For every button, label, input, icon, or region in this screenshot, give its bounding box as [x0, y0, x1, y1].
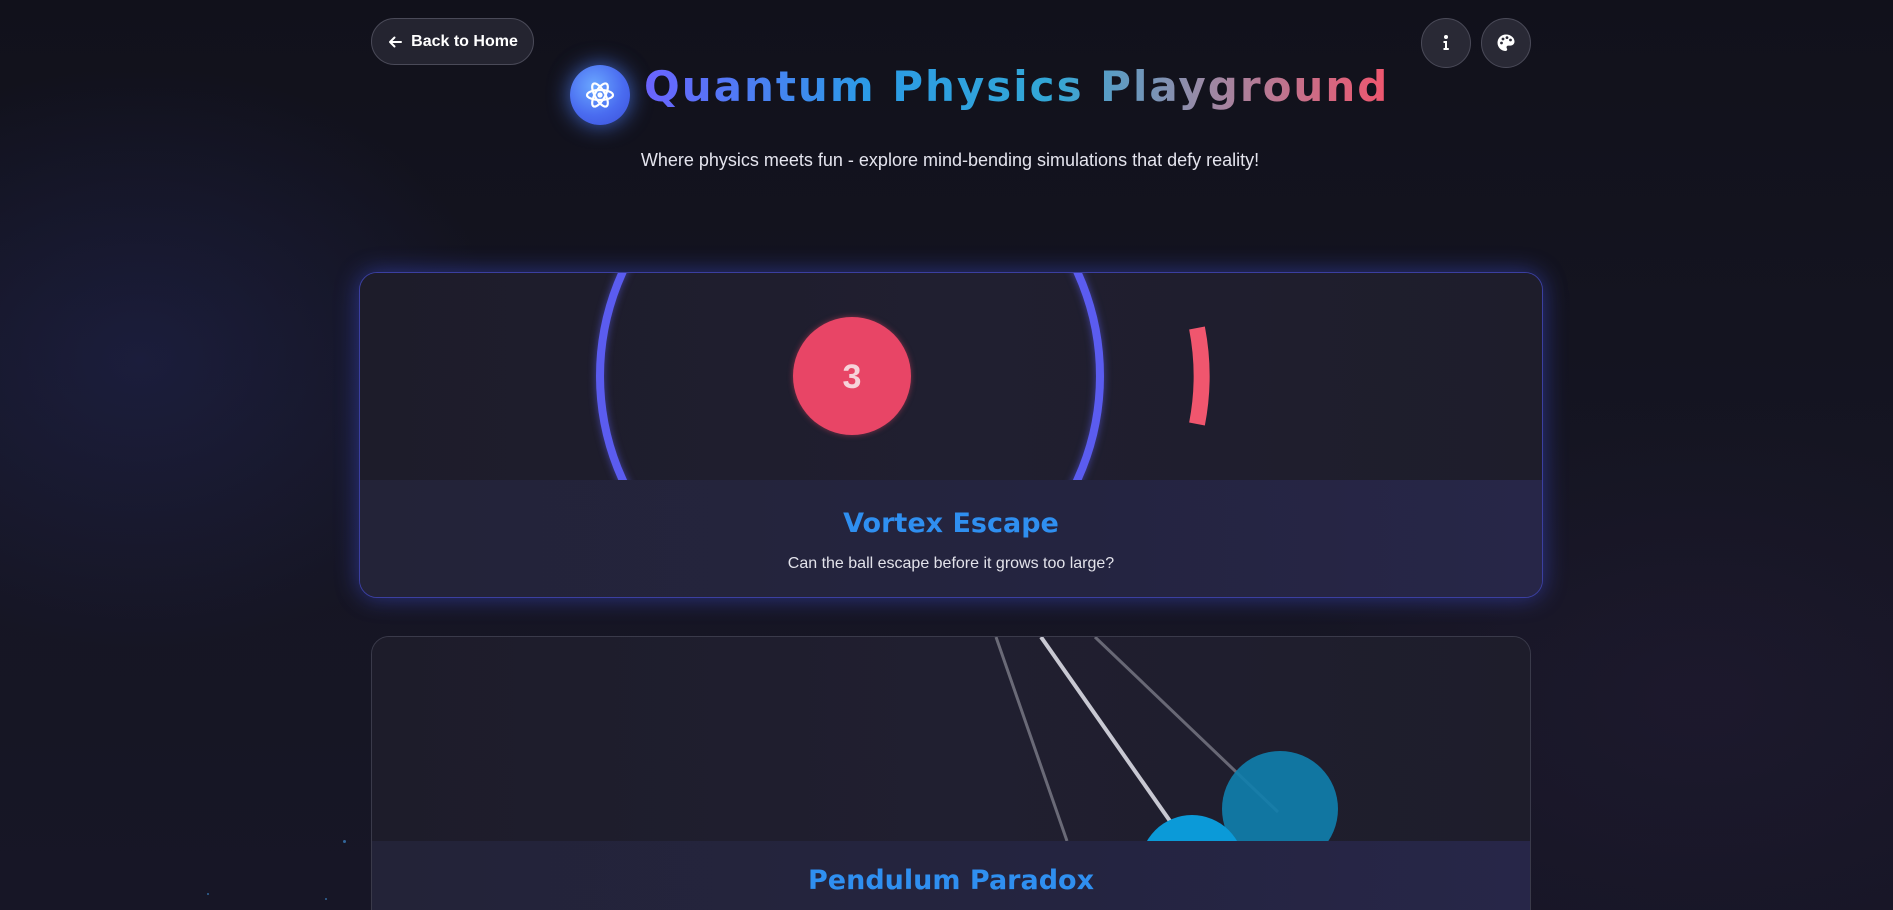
- pendulum-string: [1039, 637, 1186, 843]
- card-title: Pendulum Paradox: [808, 865, 1094, 896]
- page-title: Quantum Physics Playground: [644, 62, 1390, 111]
- back-to-home-label: Back to Home: [411, 32, 518, 50]
- simulation-card-vortex-escape[interactable]: 3 Vortex Escape Can the ball escape befo…: [359, 272, 1543, 598]
- theme-palette-button[interactable]: [1481, 18, 1531, 68]
- vortex-simulation-graphic: 3: [596, 273, 1210, 480]
- atom-icon: [585, 82, 615, 108]
- pendulum-simulation-canvas[interactable]: [372, 637, 1530, 910]
- pendulum-simulation-graphic: [994, 637, 1338, 910]
- card-footer: Pendulum Paradox: [372, 841, 1530, 910]
- card-description: Can the ball escape before it grows too …: [787, 555, 1115, 572]
- info-icon: [1443, 35, 1449, 50]
- pendulum-ball: [1222, 751, 1338, 867]
- palette-icon: [1497, 34, 1515, 51]
- arrow-left-icon: [389, 36, 403, 47]
- page-subtitle: Where physics meets fun - explore mind-b…: [640, 150, 1260, 170]
- background-star: [343, 840, 346, 843]
- background-star: [207, 893, 209, 895]
- background-star: [325, 898, 327, 900]
- atom-logo: [570, 65, 630, 125]
- card-title: Vortex Escape: [843, 508, 1059, 539]
- vortex-ball-label: 3: [843, 358, 862, 396]
- pendulum-string: [994, 637, 1069, 842]
- card-footer: Vortex Escape Can the ball escape before…: [360, 480, 1542, 597]
- page: Back to Home Quantum Physics Playground …: [0, 0, 1893, 910]
- simulation-card-pendulum-paradox[interactable]: Pendulum Paradox: [371, 636, 1531, 910]
- info-button[interactable]: [1421, 18, 1471, 68]
- vortex-escape-gap: [1189, 326, 1210, 426]
- back-to-home-button[interactable]: Back to Home: [371, 18, 534, 65]
- vortex-simulation-canvas[interactable]: 3: [360, 273, 1542, 480]
